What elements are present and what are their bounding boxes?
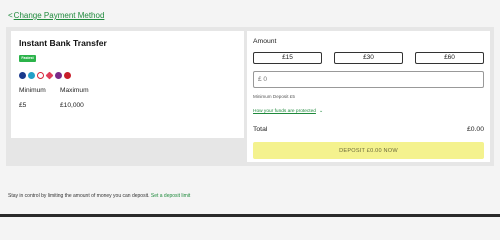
- payment-method-title: Instant Bank Transfer: [19, 38, 107, 48]
- deposit-limit-note: Stay in control by limiting the amount o…: [8, 193, 190, 199]
- blue-bank-logo-icon: [19, 72, 26, 79]
- eye-bank-logo-icon: [37, 72, 44, 79]
- purple-bank-logo-icon: [55, 72, 62, 79]
- bottom-bar: [0, 214, 500, 217]
- amount-preset-15-button[interactable]: £15: [253, 52, 322, 64]
- change-payment-method-link[interactable]: <Change Payment Method: [8, 11, 104, 20]
- red-bank-logo-icon: [64, 72, 71, 79]
- amount-label: Amount: [253, 38, 277, 45]
- fastest-badge: Fastest: [19, 55, 36, 62]
- deposit-limit-text: Stay in control by limiting the amount o…: [8, 193, 150, 199]
- star-bank-logo-icon: [45, 71, 54, 80]
- minimum-label: Minimum: [19, 87, 46, 94]
- teal-bank-logo-icon: [28, 72, 35, 79]
- amount-input[interactable]: [253, 71, 484, 88]
- bank-logos: [19, 71, 71, 80]
- payment-panel: Instant Bank Transfer Fastest Minimum Ma…: [6, 27, 494, 166]
- minimum-deposit-note: Minimum Deposit £5: [253, 94, 295, 99]
- minimum-value: £5: [19, 102, 27, 109]
- payment-method-card: Instant Bank Transfer Fastest Minimum Ma…: [11, 31, 244, 138]
- amount-preset-60-button[interactable]: £60: [415, 52, 484, 64]
- change-payment-method-label: Change Payment Method: [13, 11, 105, 20]
- maximum-value: £10,000: [60, 102, 84, 109]
- deposit-card: Amount £15 £30 £60 Minimum Deposit £5 Ho…: [247, 31, 490, 162]
- total-value: £0.00: [466, 126, 484, 133]
- chevron-down-icon: ⌄: [318, 109, 323, 114]
- total-label: Total: [253, 126, 268, 133]
- set-deposit-limit-link[interactable]: Set a deposit limit: [151, 193, 190, 199]
- chevron-left-icon: <: [8, 11, 13, 20]
- funds-protected-link[interactable]: How your funds are protected ⌄: [253, 109, 323, 114]
- deposit-button[interactable]: DEPOSIT £0.00 NOW: [253, 142, 484, 159]
- maximum-label: Maximum: [60, 87, 89, 94]
- funds-protected-label: How your funds are protected: [253, 109, 316, 114]
- amount-preset-30-button[interactable]: £30: [334, 52, 403, 64]
